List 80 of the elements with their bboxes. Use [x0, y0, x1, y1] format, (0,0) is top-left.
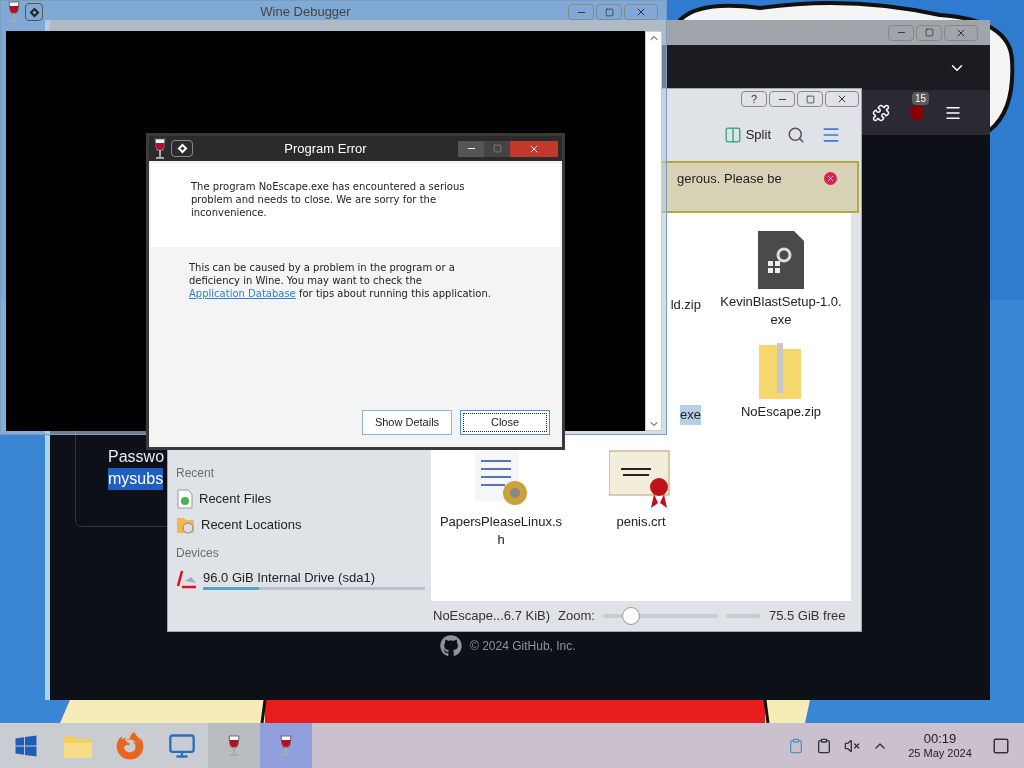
settings-file-icon: [758, 231, 804, 289]
zip-folder-icon: [759, 341, 803, 399]
place-label: Recent Locations: [201, 516, 303, 535]
detail-text: This can be caused by a problem in the program or a deficiency in Wine. You may want to check the Application Database for tips about running this application.: [189, 261, 492, 300]
folder-icon: [176, 515, 196, 535]
certificate-icon: [609, 449, 673, 509]
show-desktop-icon[interactable]: [992, 736, 1010, 755]
split-button[interactable]: Split: [723, 125, 771, 145]
taskbar-app[interactable]: [260, 723, 312, 768]
clock[interactable]: 00:19 25 May 2024: [900, 731, 980, 760]
file-label[interactable]: ld.zip: [670, 295, 701, 315]
footer-text: © 2024 GitHub, Inc.: [470, 638, 576, 655]
wine-glass-icon: [153, 137, 167, 160]
dismiss-icon[interactable]: [824, 172, 837, 185]
help-button[interactable]: ?: [741, 91, 767, 107]
close-icon: [836, 93, 848, 105]
place-item[interactable]: Recent Files: [176, 486, 425, 512]
start-icon: [14, 733, 38, 758]
close-button[interactable]: [624, 4, 658, 20]
mute-icon[interactable]: [844, 737, 860, 754]
dialog-button[interactable]: Close: [460, 410, 550, 435]
window-title: Wine Debugger: [259, 3, 352, 22]
clipboard-icon[interactable]: [816, 737, 832, 754]
maximize-button[interactable]: [797, 91, 823, 107]
maximize-icon: [492, 144, 502, 153]
password-value: mysubs: [108, 468, 164, 490]
password-label: Passwo: [108, 447, 165, 467]
file-label: NoEscape.zip: [740, 403, 822, 421]
zoom-label: Zoom:: [558, 607, 595, 626]
taskbar-app[interactable]: [208, 723, 260, 768]
wine-glass-icon: [7, 1, 21, 23]
clock-time: 00:19: [923, 731, 957, 746]
document-icon: [176, 489, 194, 509]
warning-text: gerous. Please be: [677, 170, 782, 188]
place-label: 96.0 GiB Internal Drive (sda1): [203, 568, 376, 587]
search-icon[interactable]: [787, 126, 805, 144]
clipboard-icon[interactable]: [788, 737, 804, 754]
clock-date: 25 May 2024: [908, 746, 972, 760]
maximize-icon: [604, 7, 614, 17]
dialog-title: Program Error: [283, 139, 368, 158]
database-link[interactable]: Application Database: [189, 288, 296, 299]
split-view-icon: [723, 126, 742, 144]
scrollbar[interactable]: [645, 31, 662, 431]
free-space: 75.5 GiB free: [768, 607, 846, 626]
file-label: penis.crt: [616, 513, 666, 531]
minimize-button[interactable]: [458, 140, 484, 157]
github-icon[interactable]: [440, 635, 462, 657]
count-badge: 15: [912, 91, 930, 105]
error-message: The program NoEscape.exe has encountered a serious problem and needs to close. We are sorry for the inconvenience.: [191, 180, 466, 219]
file-label[interactable]: exe: [680, 405, 701, 425]
monitor-icon: [168, 731, 196, 760]
status-text: NoEscape...6.7 KiB): [433, 607, 551, 626]
file-label: PapersPleaseLinux.sh: [438, 513, 564, 549]
maximize-icon: [924, 28, 934, 37]
maximize-button[interactable]: [916, 24, 942, 41]
dialog-button[interactable]: Show Details: [362, 410, 452, 435]
maximize-button[interactable]: [596, 4, 622, 20]
wine-glass-icon: [227, 734, 241, 757]
minimize-button[interactable]: [769, 91, 795, 107]
section-heading: Recent: [176, 465, 216, 482]
file-item[interactable]: PapersPleaseLinux.sh: [438, 447, 564, 549]
close-button[interactable]: [825, 91, 859, 107]
place-item[interactable]: 96.0 GiB Internal Drive (sda1): [176, 566, 425, 592]
firefox-icon: [116, 731, 144, 760]
maximize-icon: [805, 94, 815, 104]
puzzle-icon[interactable]: [872, 103, 890, 122]
wine-glass-icon: [279, 734, 293, 757]
zoom-slider[interactable]: [602, 607, 718, 625]
file-label: KevinBlastSetup-1.0.exe: [719, 293, 843, 329]
drive-icon: [176, 569, 198, 589]
file-item[interactable]: NoEscape.zip: [718, 337, 844, 421]
place-item[interactable]: Recent Locations: [176, 512, 425, 538]
shield-icon[interactable]: [908, 103, 926, 122]
place-label: Recent Files: [199, 490, 273, 509]
file-item[interactable]: penis.crt: [578, 447, 704, 531]
file-item[interactable]: KevinBlastSetup-1.0.exe: [718, 227, 844, 329]
maximize-button[interactable]: [484, 140, 510, 157]
close-icon: [635, 6, 647, 18]
slider-thumb[interactable]: [622, 607, 641, 625]
section-heading: Devices: [176, 545, 220, 562]
